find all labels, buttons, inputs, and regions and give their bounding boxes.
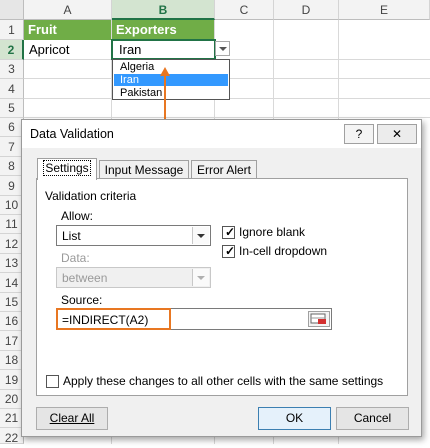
source-input[interactable]: =INDIRECT(A2): [56, 308, 171, 330]
select-all-corner[interactable]: [0, 0, 24, 20]
cell-dropdown-list[interactable]: Algeria Iran Pakistan: [112, 59, 230, 100]
allow-label: Allow:: [61, 209, 94, 223]
row-header-1[interactable]: 1: [0, 20, 24, 40]
clear-all-button[interactable]: Clear All: [36, 407, 108, 430]
close-button[interactable]: ✕: [377, 124, 417, 144]
column-header-d[interactable]: D: [274, 0, 339, 20]
in-cell-dropdown-checkbox[interactable]: ✓: [222, 245, 235, 258]
cell-dropdown-button[interactable]: [215, 41, 230, 56]
column-header-c[interactable]: C: [215, 0, 274, 20]
tab-settings[interactable]: Settings: [37, 158, 97, 180]
cell-a2[interactable]: Apricot: [25, 40, 111, 60]
allow-select[interactable]: List: [56, 225, 211, 246]
ignore-blank-checkbox[interactable]: ✓: [222, 226, 235, 239]
column-header-a[interactable]: A: [24, 0, 112, 20]
gridline: [24, 117, 430, 118]
dropdown-item-selected[interactable]: Iran: [114, 74, 228, 86]
tab-error-alert[interactable]: Error Alert: [191, 160, 257, 180]
row-header-5[interactable]: 5: [0, 99, 24, 118]
checkmark-icon: ✓: [225, 225, 236, 239]
help-button[interactable]: ?: [344, 124, 374, 144]
dialog-titlebar[interactable]: Data Validation ? ✕: [22, 120, 421, 148]
data-label: Data:: [61, 251, 90, 265]
column-header-e[interactable]: E: [339, 0, 430, 20]
ok-button[interactable]: OK: [258, 407, 331, 430]
row-header-2[interactable]: 2: [0, 40, 24, 60]
clear-all-label: Clear All: [49, 411, 95, 425]
chevron-down-icon: [197, 276, 205, 280]
group-label-validation-criteria: Validation criteria: [45, 189, 137, 203]
row-header-3[interactable]: 3: [0, 60, 24, 79]
data-dropdown-arrow[interactable]: [192, 269, 209, 286]
dropdown-item[interactable]: Pakistan: [114, 87, 228, 99]
tab-settings-label: Settings: [43, 160, 91, 176]
tab-input-message[interactable]: Input Message: [99, 160, 189, 180]
row-header-4[interactable]: 4: [0, 79, 24, 99]
data-select-value: between: [62, 271, 108, 285]
collapse-dialog-button[interactable]: [308, 311, 330, 327]
data-select[interactable]: between: [56, 267, 211, 288]
cancel-button[interactable]: Cancel: [336, 407, 409, 430]
chevron-down-icon: [219, 47, 227, 51]
settings-panel: Validation criteria Allow: List Data: be…: [36, 178, 408, 396]
column-header-b[interactable]: B: [112, 0, 215, 20]
allow-select-value: List: [62, 229, 81, 243]
cell-a1[interactable]: Fruit: [24, 20, 111, 40]
cell-b2-value: Iran: [119, 42, 142, 57]
allow-dropdown-arrow[interactable]: [192, 227, 209, 244]
active-cell-b2[interactable]: Iran: [111, 39, 216, 60]
source-input-value: =INDIRECT(A2): [62, 313, 149, 327]
cell-b1[interactable]: Exporters: [112, 20, 214, 40]
range-select-icon: [310, 313, 326, 324]
in-cell-dropdown-label: In-cell dropdown: [239, 244, 328, 258]
ignore-blank-label: Ignore blank: [239, 225, 306, 239]
source-label: Source:: [61, 293, 103, 307]
dialog-title: Data Validation: [30, 127, 114, 141]
data-validation-dialog: Data Validation ? ✕ Settings Input Messa…: [21, 119, 422, 437]
apply-all-checkbox[interactable]: [46, 375, 59, 388]
apply-all-label: Apply these changes to all other cells w…: [63, 374, 384, 388]
chevron-down-icon: [197, 234, 205, 238]
dropdown-item[interactable]: Algeria: [114, 61, 228, 73]
arrow-up-icon: [160, 67, 170, 76]
close-icon: ✕: [391, 127, 403, 141]
checkmark-icon: ✓: [225, 244, 236, 258]
